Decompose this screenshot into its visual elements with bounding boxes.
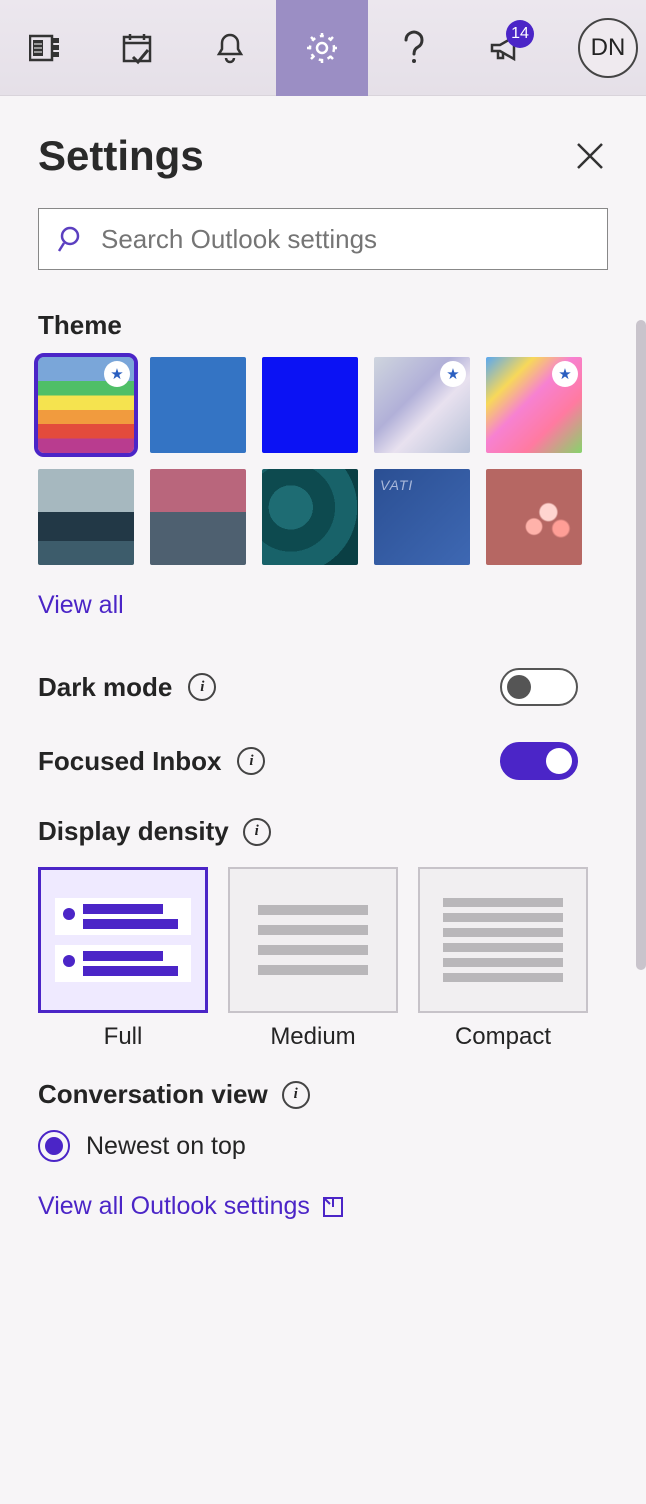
- calendar-check-icon: [120, 30, 156, 66]
- density-option-compact[interactable]: Compact: [418, 867, 588, 1051]
- help-button[interactable]: [368, 0, 460, 96]
- conversation-view-label: Conversation view: [38, 1079, 268, 1110]
- theme-tile-palms[interactable]: [150, 469, 246, 565]
- theme-tile-blueprint[interactable]: [374, 469, 470, 565]
- panel-title: Settings: [38, 132, 204, 180]
- gear-icon: [304, 30, 340, 66]
- premium-star-icon: ★: [104, 361, 130, 387]
- display-density-label: Display density: [38, 816, 229, 847]
- info-icon[interactable]: i: [237, 747, 265, 775]
- theme-section-label: Theme: [38, 310, 608, 341]
- density-label-compact: Compact: [418, 1023, 588, 1051]
- open-pane-icon: [322, 1196, 344, 1218]
- announcements-button[interactable]: 14: [460, 0, 552, 96]
- theme-tile-blue[interactable]: [150, 357, 246, 453]
- close-button[interactable]: [572, 138, 608, 174]
- settings-button[interactable]: [276, 0, 368, 96]
- avatar[interactable]: DN: [578, 18, 638, 78]
- info-icon[interactable]: i: [243, 818, 271, 846]
- info-icon[interactable]: i: [282, 1081, 310, 1109]
- conversation-option-label: Newest on top: [86, 1132, 246, 1161]
- calendar-check-button[interactable]: [92, 0, 184, 96]
- theme-tile-circuit[interactable]: [262, 469, 358, 565]
- notification-badge: 14: [506, 20, 534, 48]
- theme-grid: ★ ★ ★: [38, 357, 608, 565]
- premium-star-icon: ★: [440, 361, 466, 387]
- radio-icon: [38, 1130, 70, 1162]
- notifications-button[interactable]: [184, 0, 276, 96]
- top-toolbar: 14 DN: [0, 0, 646, 96]
- onenote-icon: [28, 30, 64, 66]
- premium-star-icon: ★: [552, 361, 578, 387]
- avatar-initials: DN: [591, 34, 626, 62]
- view-all-settings-link[interactable]: View all Outlook settings: [38, 1192, 344, 1221]
- theme-tile-brightblue[interactable]: [262, 357, 358, 453]
- dark-mode-label: Dark mode: [38, 672, 172, 703]
- dark-mode-toggle[interactable]: [500, 668, 578, 706]
- search-icon: [57, 224, 87, 254]
- scrollbar[interactable]: [636, 320, 646, 970]
- question-icon: [396, 30, 432, 66]
- info-icon[interactable]: i: [188, 673, 216, 701]
- focused-inbox-toggle[interactable]: [500, 742, 578, 780]
- focused-inbox-label: Focused Inbox: [38, 746, 221, 777]
- bell-icon: [212, 30, 248, 66]
- close-icon: [572, 138, 608, 174]
- density-option-medium[interactable]: Medium: [228, 867, 398, 1051]
- onenote-button[interactable]: [0, 0, 92, 96]
- theme-tile-bokeh[interactable]: [486, 469, 582, 565]
- search-input-container[interactable]: [38, 208, 608, 270]
- theme-tile-wave[interactable]: [38, 469, 134, 565]
- density-option-full[interactable]: Full: [38, 867, 208, 1051]
- search-input[interactable]: [101, 224, 589, 255]
- view-all-themes-link[interactable]: View all: [38, 591, 124, 620]
- theme-tile-rainbow[interactable]: ★: [38, 357, 134, 453]
- theme-tile-unicorn[interactable]: ★: [486, 357, 582, 453]
- conversation-option-newest[interactable]: Newest on top: [38, 1130, 608, 1162]
- settings-panel: Settings Theme ★ ★ ★ View all Dark mode …: [0, 96, 646, 1504]
- theme-tile-ribbons[interactable]: ★: [374, 357, 470, 453]
- density-label-full: Full: [38, 1023, 208, 1051]
- density-label-medium: Medium: [228, 1023, 398, 1051]
